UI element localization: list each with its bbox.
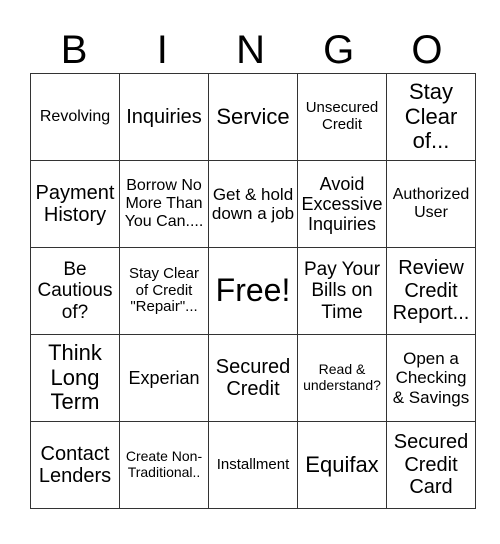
bingo-cell[interactable]: Pay Your Bills on Time xyxy=(297,247,387,335)
bingo-cell[interactable]: Experian xyxy=(119,334,209,422)
bingo-cell[interactable]: Payment History xyxy=(30,160,120,248)
bingo-cell[interactable]: Installment xyxy=(208,421,298,509)
bingo-cell[interactable]: Open a Checking & Savings xyxy=(386,334,476,422)
header-letter-b: B xyxy=(60,28,88,72)
bingo-header: B I N G O xyxy=(30,28,471,72)
bingo-cell[interactable]: Create Non-Traditional.. xyxy=(119,421,209,509)
bingo-cell[interactable]: Borrow No More Than You Can.... xyxy=(119,160,209,248)
grid-row: Contact Lenders Create Non-Traditional..… xyxy=(30,421,476,509)
bingo-cell[interactable]: Stay Clear of Credit "Repair"... xyxy=(119,247,209,335)
header-letter-n: N xyxy=(236,28,265,72)
bingo-cell[interactable]: Revolving xyxy=(30,73,120,161)
bingo-cell[interactable]: Equifax xyxy=(297,421,387,509)
bingo-cell[interactable]: Be Cautious of? xyxy=(30,247,120,335)
bingo-cell[interactable]: Read & understand? xyxy=(297,334,387,422)
grid-row: Revolving Inquiries Service Unsecured Cr… xyxy=(30,73,476,161)
bingo-cell[interactable]: Authorized User xyxy=(386,160,476,248)
bingo-grid: Revolving Inquiries Service Unsecured Cr… xyxy=(30,73,476,509)
bingo-cell[interactable]: Contact Lenders xyxy=(30,421,120,509)
bingo-cell[interactable]: Secured Credit xyxy=(208,334,298,422)
grid-row: Think Long Term Experian Secured Credit … xyxy=(30,334,476,422)
bingo-cell[interactable]: Service xyxy=(208,73,298,161)
free-space[interactable]: Free! xyxy=(208,247,298,335)
header-letter-g: G xyxy=(323,28,355,72)
bingo-cell[interactable]: Review Credit Report... xyxy=(386,247,476,335)
bingo-cell[interactable]: Unsecured Credit xyxy=(297,73,387,161)
bingo-cell[interactable]: Inquiries xyxy=(119,73,209,161)
header-letter-o: O xyxy=(411,28,443,72)
grid-row: Payment History Borrow No More Than You … xyxy=(30,160,476,248)
bingo-cell[interactable]: Think Long Term xyxy=(30,334,120,422)
header-letter-i: I xyxy=(156,28,168,72)
bingo-cell[interactable]: Secured Credit Card xyxy=(386,421,476,509)
bingo-cell[interactable]: Stay Clear of... xyxy=(386,73,476,161)
bingo-cell[interactable]: Get & hold down a job xyxy=(208,160,298,248)
grid-row: Be Cautious of? Stay Clear of Credit "Re… xyxy=(30,247,476,335)
bingo-cell[interactable]: Avoid Excessive Inquiries xyxy=(297,160,387,248)
